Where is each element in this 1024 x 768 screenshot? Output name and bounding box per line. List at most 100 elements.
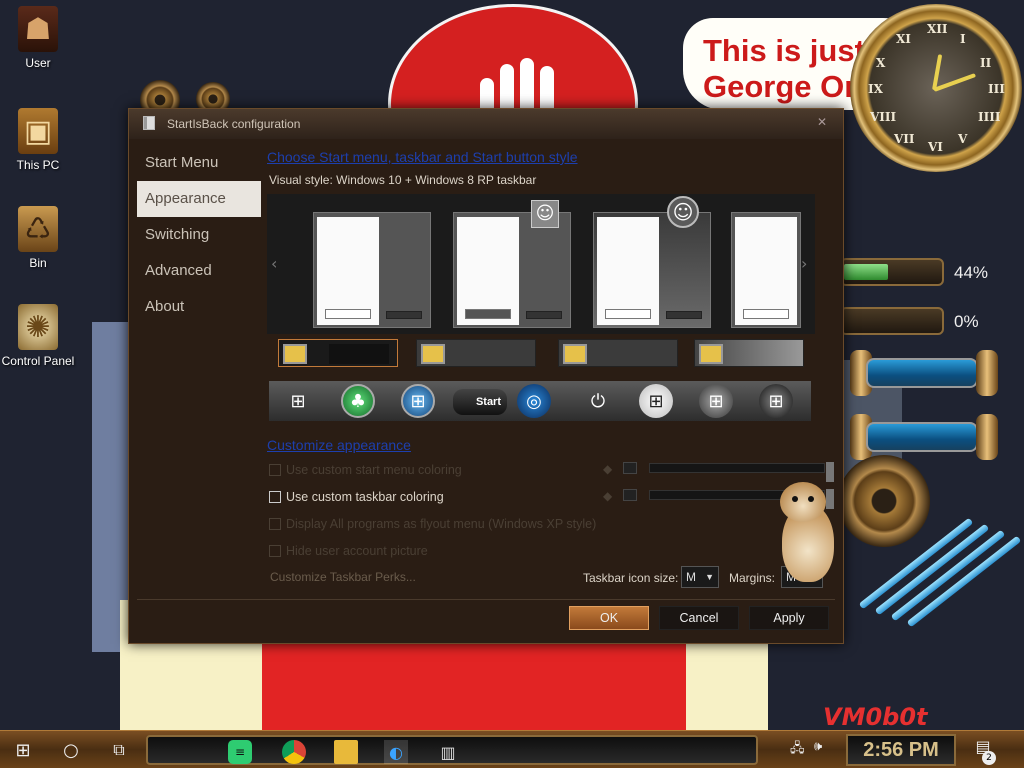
menu-style-option[interactable] [731,212,801,328]
white-orb-start-icon[interactable]: ⊞ [639,384,673,418]
color-swatch[interactable] [623,462,637,474]
hamster-head [780,482,826,522]
clock-numeral: X [876,56,886,70]
menu-preview-panel [597,217,659,325]
taskbar-style-option[interactable] [694,339,804,367]
xp-start-button[interactable]: Start [453,389,507,415]
nav-item-about[interactable]: About [137,289,261,325]
search-box-preview [325,309,371,319]
checkbox[interactable] [269,518,281,530]
option-custom-taskbar-coloring[interactable]: Use custom taskbar coloring [269,490,444,504]
chevron-down-icon: ▼ [705,572,714,582]
startisback-app-icon[interactable]: ▥ [436,740,460,764]
option-label: Display All programs as flyout menu (Win… [286,517,597,531]
cortana-icon[interactable]: ○ [56,735,86,765]
hamster-desktop-pet[interactable] [776,482,838,582]
desktop-icon-control-panel[interactable]: ✺ Control Panel [0,304,76,368]
ok-button[interactable]: OK [569,606,649,630]
chevron-right-icon[interactable]: › [801,254,807,273]
taskbar-style-option[interactable] [278,339,398,367]
option-flyout-all-programs[interactable]: Display All programs as flyout menu (Win… [269,517,596,531]
chat-app-icon[interactable]: ≡ [228,740,252,764]
section-title-style: Choose Start menu, taskbar and Start but… [267,149,578,165]
icon-size-label: Taskbar icon size: [583,571,679,585]
apply-button[interactable]: Apply [749,606,829,630]
gray-orb-start-icon[interactable]: ⊞ [699,384,733,418]
task-view-icon[interactable]: ⧉ [104,735,134,765]
notification-badge: 2 [982,751,996,765]
nav-item-switching[interactable]: Switching [137,217,261,253]
checkbox[interactable] [269,491,281,503]
nav-item-advanced[interactable]: Advanced [137,253,261,289]
power-start-icon[interactable]: ⏻ [581,384,615,418]
volume-icon[interactable]: 🕪 [814,739,822,754]
desktop-icon-user[interactable]: ☗ User [0,6,76,70]
paint-app-icon[interactable]: ◐ [384,740,408,764]
clock-numeral: I [960,32,966,46]
hamster-eye [808,496,814,502]
network-icon[interactable]: 🖧 [790,739,805,761]
windows-start-icon[interactable]: ⊞ [8,735,38,765]
nav-item-appearance[interactable]: Appearance [137,181,261,217]
taskbar: ⊞ ○ ⧉ ≡ ◐ ▥ 🖧 🕪 2:56 PM ▤ 2 [0,730,1024,768]
option-custom-start-menu-coloring[interactable]: Use custom start menu coloring [269,463,462,477]
search-box-preview [465,309,511,319]
windows7-orb-icon[interactable]: ⊞ [401,384,435,418]
color-swatch[interactable] [623,489,637,501]
taskbar-style-option[interactable] [416,339,536,367]
ram-gauge-label: 0% [954,312,979,331]
cpu-gauge-label: 44% [954,263,989,282]
notification-center-icon[interactable]: ▤ 2 [968,737,998,765]
user-folder-icon: ☗ [18,6,58,52]
clock-numeral: II [980,56,992,70]
menu-style-option[interactable] [453,212,571,328]
brass-cap [976,350,998,396]
nav-item-start-menu[interactable]: Start Menu [137,145,261,181]
checkbox[interactable] [269,464,281,476]
cancel-button[interactable]: Cancel [659,606,739,630]
menu-style-option[interactable] [313,212,431,328]
start-menu-style-gallery: ‹ ☺ ☺ › [267,194,815,334]
menu-preview-panel [317,217,379,325]
search-box-preview [605,309,651,319]
folder-icon [563,344,587,364]
desktop-icon-label: User [25,56,51,70]
window-titlebar[interactable]: StartIsBack configuration ✕ [129,109,843,139]
slider-thumb[interactable] [826,462,834,482]
user-avatar-icon: ☺ [667,196,699,228]
checkbox[interactable] [269,545,281,557]
blue-pipe [906,535,1022,628]
desktop-icon-this-pc[interactable]: ▣ This PC [0,108,76,172]
clover-start-icon[interactable]: ♣ [341,384,375,418]
chrome-icon[interactable] [282,740,306,764]
taskbar-clock[interactable]: 2:56 PM [846,734,956,766]
clock-numeral: IX [868,82,883,96]
menu-style-option[interactable] [593,212,711,328]
start-menu-color-slider[interactable]: ◆ [603,460,834,482]
file-explorer-icon[interactable] [334,740,358,764]
slider-track[interactable] [649,462,834,482]
startisback-config-window: StartIsBack configuration ✕ Start Menu A… [128,108,844,644]
option-label: Use custom taskbar coloring [286,490,444,504]
blue-ring-start-icon[interactable]: ◎ [517,384,551,418]
chevron-left-icon[interactable]: ‹ [271,254,277,273]
taskbar-style-option[interactable] [558,339,678,367]
desktop-icon-bin[interactable]: ♺ Bin [0,206,76,270]
option-label: Use custom start menu coloring [286,463,462,477]
blue-tube-widget [866,358,978,388]
taskbar-preview [329,344,389,364]
close-icon[interactable]: ✕ [817,115,827,129]
background-hand-graphic [474,56,568,116]
steampunk-clock-widget[interactable]: XII I II III IIII V VI VII VIII IX X XI [850,4,1022,172]
icon-size-select[interactable]: M ▼ [681,566,719,588]
user-avatar-icon: ☺ [531,200,559,228]
desktop-icon-label: This PC [16,158,60,172]
windows10-start-icon[interactable]: ⊞ [281,384,315,418]
dark-orb-start-icon[interactable]: ⊞ [759,384,793,418]
signature-text: VM0b0t [823,703,928,730]
clock-numeral: XII [927,22,948,36]
customize-perks-link[interactable]: Customize Taskbar Perks... [270,570,416,584]
option-hide-account-picture[interactable]: Hide user account picture [269,544,428,558]
search-box-preview [743,309,789,319]
desktop-icon-label: Control Panel [1,354,75,368]
